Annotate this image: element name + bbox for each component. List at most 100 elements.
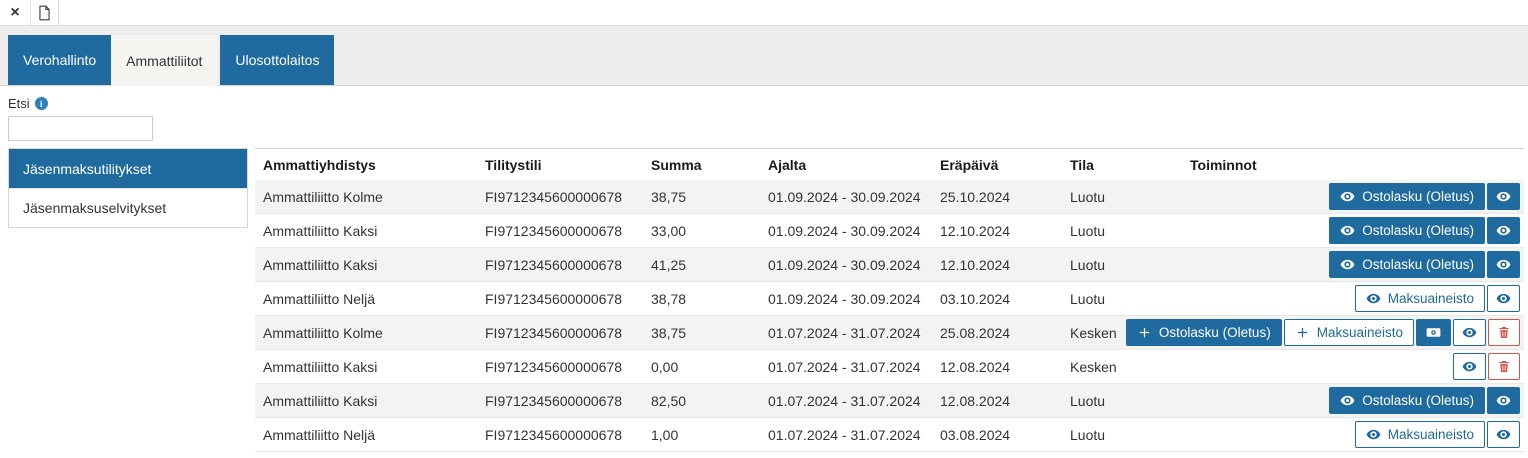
ostolasku-oletus-button[interactable]: Ostolasku (Oletus) (1329, 251, 1485, 278)
row-actions: Ostolasku (Oletus) (1182, 251, 1524, 278)
cell-summa: 1,00 (643, 427, 760, 443)
eye-icon (1366, 427, 1381, 442)
cell-erapaiva: 12.10.2024 (932, 223, 1062, 239)
eye-icon (1496, 291, 1511, 306)
cell-summa: 38,75 (643, 325, 760, 341)
cell-ammattiyhdistys: Ammattiliitto Kaksi (255, 393, 477, 409)
ostolasku-oletus-button[interactable]: Ostolasku (Oletus) (1329, 217, 1485, 244)
button-label: Ostolasku (Oletus) (1362, 224, 1474, 238)
cell-tilitystili: FI9712345600000678 (477, 223, 643, 239)
delete-button[interactable] (1488, 319, 1520, 346)
ostolasku-oletus-button[interactable]: Ostolasku (Oletus) (1329, 183, 1485, 210)
money-bill-button[interactable] (1416, 319, 1451, 346)
row-actions (1182, 353, 1524, 380)
column-header: Toiminnot (1182, 157, 1524, 173)
row-actions: Maksuaineisto (1182, 285, 1524, 312)
settlements-table: AmmattiyhdistysTilitystiliSummaAjaltaErä… (255, 148, 1524, 452)
search-label: Etsi (8, 96, 30, 111)
cell-tilitystili: FI9712345600000678 (477, 393, 643, 409)
column-header: Tila (1062, 157, 1182, 173)
cell-tilitystili: FI9712345600000678 (477, 257, 643, 273)
button-label: Maksuaineisto (1388, 292, 1474, 306)
cell-tila: Luotu (1062, 257, 1182, 273)
table-row: Ammattiliitto KolmeFI971234560000067838,… (255, 316, 1524, 350)
close-icon[interactable]: × (0, 0, 30, 25)
cell-ajalta: 01.07.2024 - 31.07.2024 (760, 393, 932, 409)
cell-ammattiyhdistys: Ammattiliitto Kaksi (255, 359, 477, 375)
money-bill-icon (1425, 325, 1442, 340)
eye-icon (1462, 359, 1477, 374)
cell-tila: Luotu (1062, 291, 1182, 307)
tab-ulosottolaitos[interactable]: Ulosottolaitos (220, 35, 334, 85)
sidebar-item-jäsenmaksutilitykset[interactable]: Jäsenmaksutilitykset (9, 149, 247, 188)
add-ostolasku-oletus-button[interactable]: Ostolasku (Oletus) (1126, 319, 1282, 346)
search-label-row: Etsi i (8, 96, 1524, 111)
eye-icon (1496, 223, 1511, 238)
tab-ammattiliitot[interactable]: Ammattiliitot (111, 35, 217, 86)
cell-summa: 38,78 (643, 291, 760, 307)
delete-button[interactable] (1488, 353, 1520, 380)
cell-ajalta: 01.09.2024 - 30.09.2024 (760, 257, 932, 273)
cell-summa: 0,00 (643, 359, 760, 375)
cell-ajalta: 01.09.2024 - 30.09.2024 (760, 291, 932, 307)
view-button[interactable] (1487, 285, 1520, 312)
blank-document-icon[interactable] (30, 0, 59, 25)
cell-erapaiva: 25.08.2024 (932, 325, 1062, 341)
trash-icon (1497, 325, 1511, 340)
button-label: Ostolasku (Oletus) (1362, 394, 1474, 408)
add-maksuaineisto-button[interactable]: Maksuaineisto (1284, 319, 1414, 346)
cell-tilitystili: FI9712345600000678 (477, 325, 643, 341)
cell-tilitystili: FI9712345600000678 (477, 359, 643, 375)
cell-tila: Luotu (1062, 189, 1182, 205)
table-row: Ammattiliitto KaksiFI971234560000067882,… (255, 384, 1524, 418)
tab-verohallinto[interactable]: Verohallinto (8, 35, 111, 85)
cell-erapaiva: 12.08.2024 (932, 359, 1062, 375)
cell-erapaiva: 12.10.2024 (932, 257, 1062, 273)
cell-summa: 38,75 (643, 189, 760, 205)
cell-tilitystili: FI9712345600000678 (477, 189, 643, 205)
table-header: AmmattiyhdistysTilitystiliSummaAjaltaErä… (255, 149, 1524, 180)
cell-ajalta: 01.07.2024 - 31.07.2024 (760, 359, 932, 375)
view-button[interactable] (1453, 353, 1486, 380)
cell-tilitystili: FI9712345600000678 (477, 427, 643, 443)
row-actions: Ostolasku (Oletus) (1182, 183, 1524, 210)
cell-erapaiva: 12.08.2024 (932, 393, 1062, 409)
eye-icon (1340, 223, 1355, 238)
view-button[interactable] (1487, 183, 1520, 210)
maksuaineisto-button[interactable]: Maksuaineisto (1355, 421, 1485, 448)
cell-ammattiyhdistys: Ammattiliitto Kaksi (255, 257, 477, 273)
ostolasku-oletus-button[interactable]: Ostolasku (Oletus) (1329, 387, 1485, 414)
view-button[interactable] (1487, 387, 1520, 414)
row-actions: Ostolasku (Oletus) (1182, 387, 1524, 414)
table-row: Ammattiliitto NeljäFI97123456000006781,0… (255, 418, 1524, 452)
cell-summa: 82,50 (643, 393, 760, 409)
button-label: Ostolasku (Oletus) (1362, 258, 1474, 272)
view-button[interactable] (1453, 319, 1486, 346)
main-area: JäsenmaksutilityksetJäsenmaksuselvitykse… (8, 148, 1524, 452)
window-tab-bar: × (0, 0, 1528, 26)
row-actions: Ostolasku (Oletus) (1182, 217, 1524, 244)
cell-ammattiyhdistys: Ammattiliitto Kaksi (255, 223, 477, 239)
trash-icon (1497, 359, 1511, 374)
column-header: Ajalta (760, 157, 932, 173)
cell-ammattiyhdistys: Ammattiliitto Kolme (255, 189, 477, 205)
cell-tila: Luotu (1062, 393, 1182, 409)
info-circle-icon[interactable]: i (35, 97, 48, 110)
table-row: Ammattiliitto KaksiFI971234560000067833,… (255, 214, 1524, 248)
eye-icon (1462, 325, 1477, 340)
cell-tila: Luotu (1062, 223, 1182, 239)
row-actions: Ostolasku (Oletus)Maksuaineisto (1182, 319, 1524, 346)
eye-icon (1340, 393, 1355, 408)
cell-ajalta: 01.09.2024 - 30.09.2024 (760, 223, 932, 239)
table-body: Ammattiliitto KolmeFI971234560000067838,… (255, 180, 1524, 452)
tab-strip: VerohallintoAmmattiliitotUlosottolaitos (0, 26, 1528, 86)
view-button[interactable] (1487, 421, 1520, 448)
search-input[interactable] (8, 116, 153, 141)
cell-tila: Luotu (1062, 427, 1182, 443)
maksuaineisto-button[interactable]: Maksuaineisto (1355, 285, 1485, 312)
cell-erapaiva: 03.10.2024 (932, 291, 1062, 307)
view-button[interactable] (1487, 217, 1520, 244)
eye-icon (1496, 189, 1511, 204)
view-button[interactable] (1487, 251, 1520, 278)
sidebar-item-jäsenmaksuselvitykset[interactable]: Jäsenmaksuselvitykset (9, 188, 247, 227)
